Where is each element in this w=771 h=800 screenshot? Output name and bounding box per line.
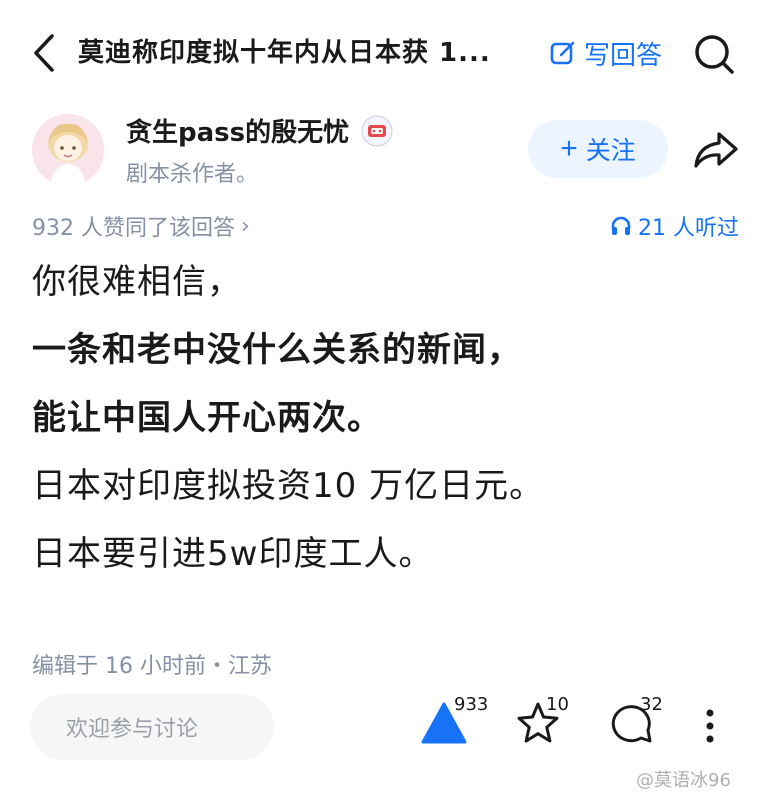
- comment-count: 32: [640, 694, 663, 715]
- top-bar: 莫迪称印度拟十年内从日本获 1... 写回答: [0, 0, 771, 106]
- meta-row: 932 人赞同了该回答 › 21 人听过: [0, 206, 771, 246]
- share-icon[interactable]: [692, 128, 740, 172]
- write-answer-label: 写回答: [584, 40, 663, 71]
- comment-input[interactable]: 欢迎参与讨论: [30, 694, 274, 760]
- favorite-count: 10: [546, 694, 569, 715]
- edit-info: 编辑于 16 小时前・江苏: [32, 654, 272, 679]
- author-bio: 剧本杀作者。: [126, 162, 259, 187]
- listen-text: 21 人听过: [638, 216, 739, 241]
- write-answer-button[interactable]: 写回答: [550, 34, 662, 72]
- edit-icon: [550, 41, 575, 65]
- agree-text: 932 人赞同了该回答: [32, 216, 235, 241]
- follow-label: 关注: [585, 137, 636, 165]
- upvote-button[interactable]: 933: [420, 694, 488, 746]
- avatar[interactable]: [32, 114, 104, 186]
- agree-count[interactable]: 932 人赞同了该回答 ›: [32, 210, 250, 242]
- author-row: 贪生pass的殷无忧 剧本杀作者。 + 关注: [0, 106, 771, 206]
- watermark: @莫语冰96: [636, 770, 731, 791]
- comment-button[interactable]: 32: [608, 694, 663, 746]
- paragraph: 你很难相信，: [32, 262, 242, 302]
- favorite-button[interactable]: 10: [514, 694, 569, 746]
- author-name[interactable]: 贪生pass的殷无忧: [126, 112, 393, 149]
- listen-count[interactable]: 21 人听过: [610, 210, 739, 242]
- more-button[interactable]: [704, 708, 716, 744]
- chevron-right-icon: ›: [241, 213, 250, 239]
- paragraph: 日本对印度拟投资10 万亿日元。: [32, 466, 545, 506]
- headphones-icon: [611, 216, 631, 235]
- search-icon[interactable]: [692, 32, 736, 76]
- paragraph: 日本要引进5w印度工人。: [32, 534, 434, 574]
- page-title[interactable]: 莫迪称印度拟十年内从日本获 1...: [78, 34, 528, 72]
- follow-button[interactable]: + 关注: [528, 120, 668, 178]
- more-vertical-icon: [706, 709, 714, 743]
- paragraph: 能让中国人开心两次。: [32, 398, 382, 438]
- answer-content: 你很难相信， 一条和老中没什么关系的新闻， 能让中国人开心两次。 日本对印度拟投…: [32, 262, 752, 602]
- plus-icon: +: [560, 132, 578, 165]
- paragraph: 一条和老中没什么关系的新闻，: [32, 330, 522, 370]
- author-badge-icon: [361, 115, 393, 146]
- author-name-text: 贪生pass的殷无忧: [126, 118, 350, 148]
- upvote-count: 933: [454, 694, 489, 715]
- back-icon[interactable]: [28, 32, 62, 74]
